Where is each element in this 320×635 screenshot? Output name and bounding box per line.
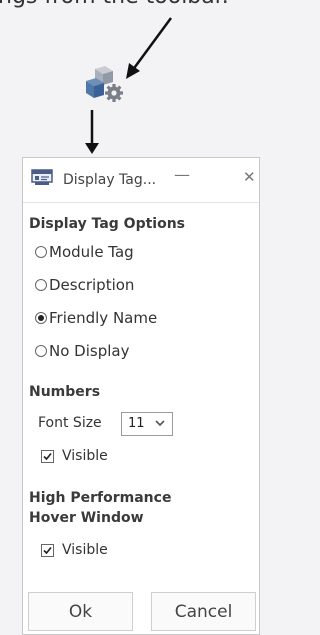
checkmark-icon	[43, 546, 52, 554]
screenshot: ngs from the toolbar.	[0, 0, 260, 635]
ok-button[interactable]: Ok	[28, 592, 133, 631]
hover-window-heading-line1: High Performance	[29, 490, 172, 506]
diagonal-arrow	[126, 17, 173, 79]
dialog-titlebar[interactable]: Display Tag... — ✕	[23, 158, 259, 203]
instruction-caption: ngs from the toolbar.	[0, 0, 258, 14]
radio-friendly-name[interactable]: Friendly Name	[35, 308, 157, 328]
radio-button[interactable]	[35, 345, 47, 357]
checkmark-icon	[43, 452, 52, 460]
radio-no-display[interactable]: No Display	[35, 341, 129, 361]
radio-label: Module Tag	[49, 243, 134, 261]
minimize-button[interactable]: —	[174, 165, 190, 184]
radio-label: Description	[49, 276, 135, 294]
checkbox-label: Visible	[62, 448, 108, 464]
font-size-label: Font Size	[38, 415, 102, 431]
numbers-visible-checkbox[interactable]	[41, 449, 54, 463]
display-settings-icon[interactable]	[77, 65, 129, 105]
cancel-button[interactable]: Cancel	[151, 592, 256, 631]
down-arrow	[85, 110, 99, 154]
hover-visible-checkbox-row[interactable]: Visible	[41, 540, 108, 560]
font-size-select[interactable]: 11	[121, 412, 173, 436]
chevron-down-icon	[155, 420, 165, 427]
checkbox-label: Visible	[62, 542, 108, 558]
radio-button[interactable]	[35, 246, 47, 258]
hover-window-heading-line2: Hover Window	[29, 510, 144, 526]
radio-label: Friendly Name	[49, 309, 158, 327]
font-size-value: 11	[128, 416, 145, 431]
radio-label: No Display	[49, 342, 130, 360]
display-tag-app-icon	[31, 169, 53, 185]
numbers-visible-checkbox-row[interactable]: Visible	[41, 446, 108, 466]
display-tag-options-heading: Display Tag Options	[29, 216, 186, 232]
radio-module-tag[interactable]: Module Tag	[35, 242, 134, 262]
dialog-title: Display Tag...	[63, 172, 157, 188]
close-button[interactable]: ✕	[243, 168, 256, 186]
numbers-heading: Numbers	[29, 384, 101, 400]
radio-button-selected[interactable]	[35, 312, 47, 324]
radio-button[interactable]	[35, 279, 47, 291]
radio-description[interactable]: Description	[35, 275, 134, 295]
hover-visible-checkbox[interactable]	[41, 543, 54, 557]
